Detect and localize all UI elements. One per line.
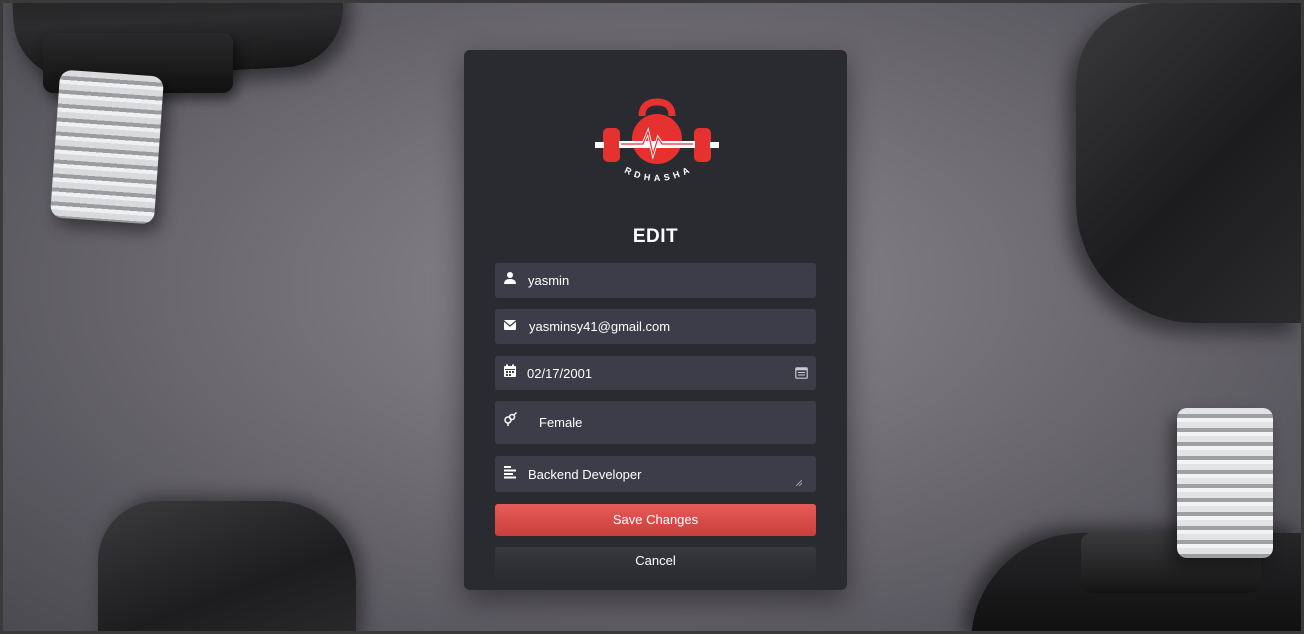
envelope-icon <box>503 320 517 330</box>
gender-value: Female <box>539 415 583 430</box>
calendar-picker-icon[interactable] <box>795 366 808 379</box>
email-value: yasminsy41@gmail.com <box>529 319 671 334</box>
edit-profile-card: RDHASHA EDIT yasmin yasminsy41@gmail.com <box>464 50 847 590</box>
gender-icon <box>504 412 517 426</box>
save-changes-button[interactable]: Save Changes <box>495 504 816 536</box>
birthdate-field[interactable]: 02/17/2001 <box>495 356 816 390</box>
dumbbell-handle-image <box>49 69 165 225</box>
birthdate-value: 02/17/2001 <box>527 366 593 381</box>
calendar-icon <box>504 364 516 377</box>
brand-logo: RDHASHA <box>595 98 719 183</box>
svg-text:RDHASHA: RDHASHA <box>623 163 694 183</box>
gender-select[interactable]: Female <box>495 401 816 444</box>
app-window: RDHASHA EDIT yasmin yasminsy41@gmail.com <box>0 0 1304 634</box>
cancel-button[interactable]: Cancel <box>495 547 816 579</box>
job-value: Backend Developer <box>528 467 642 482</box>
job-textarea[interactable]: Backend Developer <box>495 456 816 492</box>
resize-handle-icon[interactable] <box>796 480 802 486</box>
logo-wordmark: RDHASHA <box>623 163 690 183</box>
user-icon <box>504 272 516 284</box>
gym-glove-image <box>98 501 356 631</box>
name-value: yasmin <box>528 273 570 288</box>
align-left-icon <box>504 466 516 479</box>
name-field[interactable]: yasmin <box>495 263 816 298</box>
email-field[interactable]: yasminsy41@gmail.com <box>495 309 816 344</box>
gym-glove-image <box>1076 3 1301 323</box>
page-title: EDIT <box>632 226 679 247</box>
dumbbell-handle-image <box>1177 408 1273 558</box>
